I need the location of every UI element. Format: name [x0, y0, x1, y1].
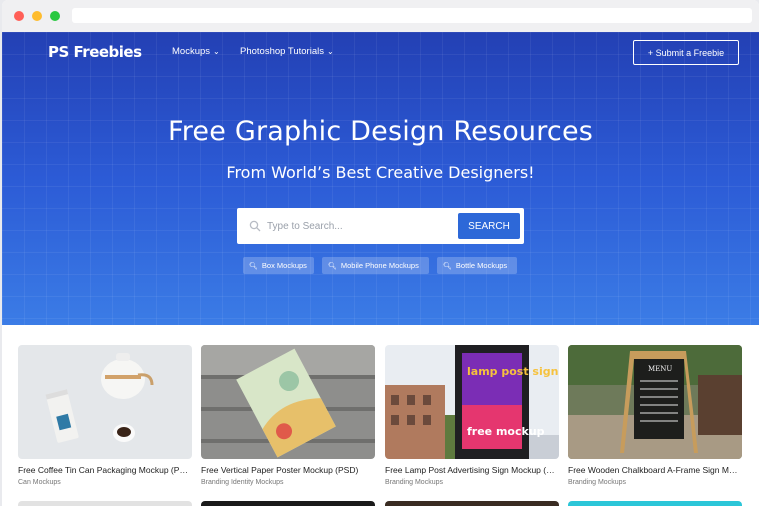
site-logo[interactable]: PS Freebies: [48, 43, 142, 61]
search-box: SEARCH: [237, 208, 524, 244]
nav-item-label: Mockups: [172, 46, 211, 57]
chevron-down-icon: ⌄: [326, 47, 334, 56]
next-row-thumbnail: [201, 501, 375, 506]
freebie-card[interactable]: MENU Free Wooden Chalkboard A-Frame Sign…: [568, 345, 742, 486]
card-thumbnail[interactable]: lamp post sign free mockup: [385, 345, 559, 459]
tag-mobile-phone-mockups[interactable]: 🔍︎ Mobile Phone Mockups: [322, 257, 429, 274]
search-icon: 🔍︎: [328, 262, 337, 270]
browser-window: PS Freebies Mockups ⌄ Photoshop Tutorials…: [2, 0, 759, 506]
tag-label: Bottle Mockups: [455, 261, 508, 270]
nav-item-photoshop-tutorials[interactable]: Photoshop Tutorials ⌄: [240, 46, 334, 57]
search-input[interactable]: [267, 213, 452, 239]
top-nav: PS Freebies Mockups ⌄ Photoshop Tutorials…: [2, 32, 759, 74]
nav-item-mockups[interactable]: Mockups ⌄: [172, 46, 220, 57]
tag-label: Mobile Phone Mockups: [340, 261, 419, 270]
hero-subtitle: From World’s Best Creative Designers!: [226, 163, 535, 182]
card-category[interactable]: Branding Mockups: [385, 479, 559, 486]
next-row-thumbnail: [18, 501, 192, 506]
maximize-window-dot[interactable]: [50, 11, 60, 21]
paper-poster-image: [201, 345, 375, 459]
minimize-window-dot[interactable]: [32, 11, 42, 21]
card-title[interactable]: Free Lamp Post Advertising Sign Mockup (…: [385, 465, 559, 475]
tag-bottle-mockups[interactable]: 🔍︎ Bottle Mockups: [437, 257, 517, 274]
sign-free-mockup-text: free mockup: [467, 425, 545, 438]
lamp-post-sign-image: lamp post sign free mockup: [385, 345, 559, 459]
submit-freebie-button[interactable]: + Submit a Freebie: [633, 40, 739, 65]
card-thumbnail[interactable]: [18, 345, 192, 459]
card-category[interactable]: Can Mockups: [18, 479, 192, 486]
freebie-card[interactable]: Free Vertical Paper Poster Mockup (PSD) …: [201, 345, 375, 486]
freebie-grid: Free Coffee Tin Can Packaging Mockup (PS…: [2, 325, 759, 506]
card-category[interactable]: Branding Mockups: [568, 479, 742, 486]
address-bar[interactable]: [72, 8, 752, 23]
menu-heading-text: MENU: [648, 365, 672, 373]
search-icon: 🔍︎: [249, 262, 258, 270]
search-icon: 🔍︎: [443, 262, 452, 270]
card-title[interactable]: Free Coffee Tin Can Packaging Mockup (PS…: [18, 465, 192, 475]
coffee-tin-image: [18, 345, 192, 459]
tag-box-mockups[interactable]: 🔍︎ Box Mockups: [243, 257, 314, 274]
close-window-dot[interactable]: [14, 11, 24, 21]
freebie-card[interactable]: Free Coffee Tin Can Packaging Mockup (PS…: [18, 345, 192, 486]
chevron-down-icon: ⌄: [213, 47, 220, 56]
search-icon: [249, 220, 261, 232]
freebie-card[interactable]: lamp post sign free mockup Free Lamp Pos…: [385, 345, 559, 486]
hero-section: PS Freebies Mockups ⌄ Photoshop Tutorials…: [2, 32, 759, 325]
sign-headline-text: lamp post sign: [467, 365, 558, 378]
tag-label: Box Mockups: [261, 261, 307, 270]
search-button[interactable]: SEARCH: [458, 213, 520, 239]
card-thumbnail[interactable]: MENU: [568, 345, 742, 459]
next-row-thumbnail: [385, 501, 559, 506]
chalkboard-sign-image: MENU: [568, 345, 742, 459]
nav-item-label: Photoshop Tutorials: [240, 46, 324, 57]
card-title[interactable]: Free Vertical Paper Poster Mockup (PSD): [201, 465, 375, 475]
hero-title: Free Graphic Design Resources: [167, 116, 594, 147]
next-row-thumbnail: [568, 501, 742, 506]
card-title[interactable]: Free Wooden Chalkboard A-Frame Sign Mock…: [568, 465, 742, 475]
card-category[interactable]: Branding Identity Mockups: [201, 479, 375, 486]
browser-chrome: [2, 0, 759, 32]
card-thumbnail[interactable]: [201, 345, 375, 459]
